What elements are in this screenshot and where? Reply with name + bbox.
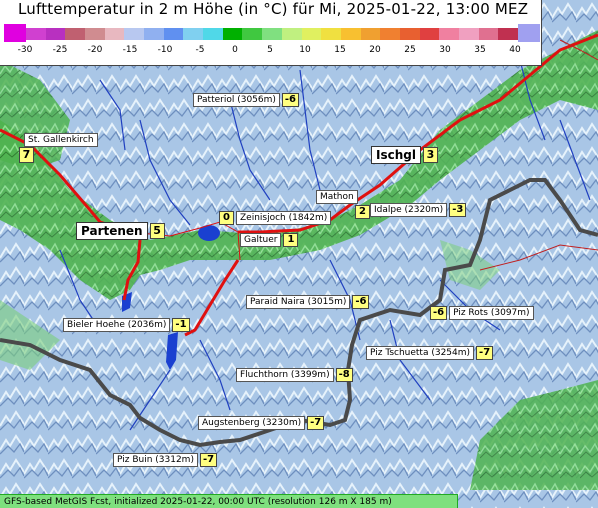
scale-tick-label: 15: [334, 45, 346, 55]
location-augstenberg[interactable]: Augstenberg (3230m) -7: [198, 416, 325, 430]
scale-segment: [478, 28, 499, 40]
scale-segment: [203, 28, 224, 40]
scale-segment: [104, 28, 125, 40]
location-name: Ischgl: [371, 146, 421, 164]
location-name: Augstenberg (3230m): [198, 416, 306, 430]
location-name: St. Gallenkirch: [24, 133, 98, 147]
temperature-value: -6: [281, 93, 300, 107]
scale-segment: [439, 28, 460, 40]
location-paraid-naira[interactable]: Paraid Naira (3015m) -6: [246, 295, 370, 309]
scale-tick-label: 0: [232, 45, 238, 55]
scale-tick-label: -30: [17, 45, 33, 55]
scale-segment: [399, 28, 421, 40]
scale-segment: [301, 28, 322, 40]
temperature-value: -6: [430, 306, 448, 320]
location-name: Zeinisjoch (1842m): [236, 211, 332, 225]
scale-segment: [360, 28, 381, 40]
location-fluchthorn[interactable]: Fluchthorn (3399m) -8: [236, 368, 353, 382]
scale-tick-label: 25: [404, 45, 416, 55]
scale-segment: [65, 28, 86, 40]
scale-segment: [45, 28, 66, 40]
scale-tick-label: -15: [122, 45, 138, 55]
temperature-value: -7: [307, 416, 325, 430]
scale-tick-label: -10: [157, 45, 173, 55]
location-name: Piz Tschuetta (3254m): [366, 346, 475, 360]
location-partenen[interactable]: Partenen 5: [76, 222, 165, 240]
scale-tick-label: 40: [509, 45, 521, 55]
location-bieler-hoehe[interactable]: Bieler Hoehe (2036m) -1: [63, 318, 190, 332]
location-name: Patteriol (3056m): [193, 93, 280, 107]
location-galtuer[interactable]: Galtuer 1: [240, 233, 299, 247]
location-name: Mathon: [316, 190, 358, 204]
temperature-value: -1: [172, 318, 190, 332]
scale-segment: [183, 28, 204, 40]
location-st-gallenkirch-value: 7: [17, 147, 34, 163]
temperature-value: -8: [335, 368, 353, 382]
temperature-value: 3: [422, 147, 438, 163]
temperature-value: 7: [19, 147, 34, 163]
location-mathon-value: 2: [353, 205, 370, 219]
location-name: Idalpe (2320m): [370, 203, 448, 217]
scale-segment: [321, 28, 342, 40]
temperature-value: -7: [476, 346, 494, 360]
scale-segment: [380, 28, 401, 40]
scale-segment: [26, 28, 47, 40]
scale-tick-label: 5: [267, 45, 273, 55]
location-piz-rots[interactable]: -6 Piz Rots (3097m): [430, 306, 534, 320]
location-name: Galtuer: [240, 233, 282, 247]
scale-tick-label: -20: [87, 45, 103, 55]
scale-segment: [144, 28, 165, 40]
location-zeinisjoch[interactable]: 0 Zeinisjoch (1842m): [219, 211, 332, 225]
location-name: Partenen: [76, 222, 148, 240]
location-idalpe[interactable]: Idalpe (2320m) -3: [370, 203, 467, 217]
scale-tick-label: -5: [195, 45, 205, 55]
location-name: Piz Rots (3097m): [449, 306, 534, 320]
temperature-value: -7: [199, 453, 218, 467]
scale-tick-label: 20: [369, 45, 381, 55]
temperature-value: 0: [219, 211, 234, 225]
scale-segment: [458, 28, 480, 40]
location-patteriol[interactable]: Patteriol (3056m) -6: [193, 93, 300, 107]
scale-segment: [222, 28, 243, 40]
location-ischgl[interactable]: Ischgl 3: [371, 146, 438, 164]
footer-info: GFS-based MetGIS Fcst, initialized 2025-…: [0, 494, 458, 508]
scale-segment: [262, 28, 283, 40]
scale-tick-label: 30: [439, 45, 451, 55]
scale-segment: [124, 28, 145, 40]
scale-segment: [419, 28, 440, 40]
legend-panel: Lufttemperatur in 2 m Höhe (in °C) für M…: [0, 0, 542, 66]
location-name: Piz Buin (3312m): [113, 453, 198, 467]
scale-tick-label: -25: [52, 45, 68, 55]
scale-segment: [498, 28, 519, 40]
scale-segment: [85, 28, 106, 40]
terrain-layer: [0, 0, 598, 508]
weather-map: Lufttemperatur in 2 m Höhe (in °C) für M…: [0, 0, 598, 508]
location-name: Paraid Naira (3015m): [246, 295, 351, 309]
temperature-value: 5: [149, 223, 165, 239]
temperature-value: 1: [283, 233, 299, 247]
location-name: Bieler Hoehe (2036m): [63, 318, 171, 332]
scale-segment: [281, 28, 302, 40]
scale-tick-label: 35: [474, 45, 486, 55]
scale-segment: [242, 28, 263, 40]
temperature-scale: [4, 24, 540, 42]
location-name: Fluchthorn (3399m): [236, 368, 334, 382]
location-piz-buin[interactable]: Piz Buin (3312m) -7: [113, 453, 218, 467]
location-piz-tschuetta[interactable]: Piz Tschuetta (3254m) -7: [366, 346, 494, 360]
scale-end-low: [4, 24, 26, 42]
map-title: Lufttemperatur in 2 m Höhe (in °C) für M…: [18, 0, 529, 18]
location-mathon[interactable]: Mathon: [316, 190, 358, 204]
location-st-gallenkirch[interactable]: St. Gallenkirch: [24, 133, 98, 147]
scale-segment: [163, 28, 184, 40]
temperature-value: -6: [352, 295, 370, 309]
scale-segment: [340, 28, 362, 40]
scale-tick-label: 10: [299, 45, 311, 55]
temperature-value: -3: [449, 203, 467, 217]
temperature-value: 2: [355, 205, 370, 219]
scale-end-high: [518, 24, 540, 42]
